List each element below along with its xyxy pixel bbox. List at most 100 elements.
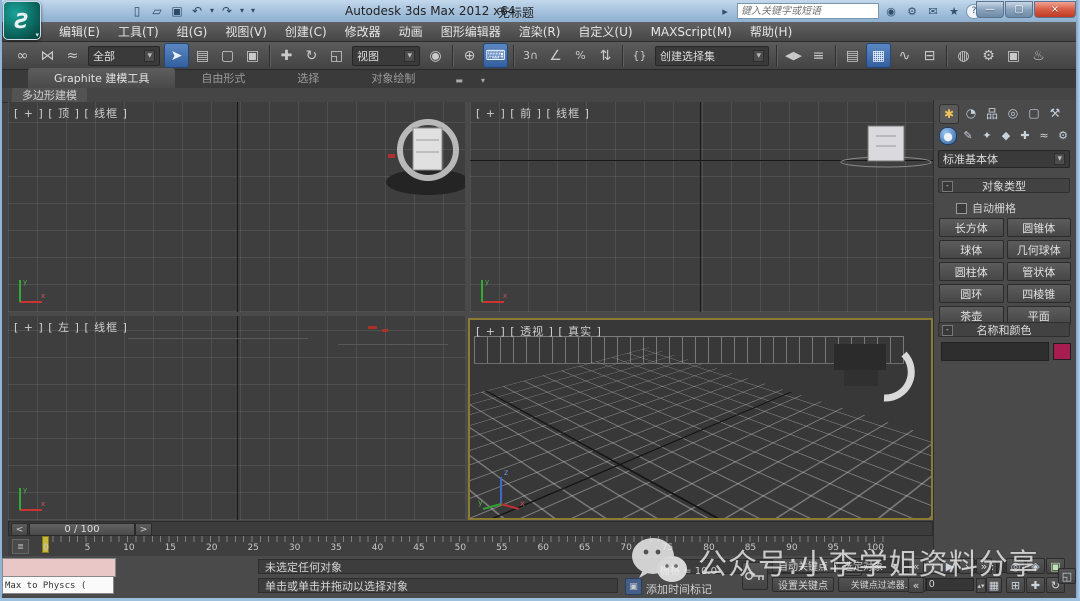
object-type-button[interactable]: 四棱锥 [1006, 284, 1071, 303]
next-key-icon[interactable]: › [959, 558, 975, 574]
application-menu-button[interactable]: Ƨ ▾ [3, 1, 41, 40]
current-frame-field[interactable] [926, 578, 974, 591]
viewport-label-left[interactable]: [ + ] [ 左 ] [ 线框 ] [14, 319, 128, 335]
zoom-extents-all-icon[interactable]: ⊞ [1006, 577, 1025, 593]
maxscript-mini-listener[interactable]: Max to Physcs ( [2, 576, 114, 594]
percent-snap-icon[interactable]: % [569, 44, 592, 67]
select-and-move-icon[interactable]: ✚ [275, 44, 298, 67]
unlink-selection-icon[interactable]: ⋈ [36, 44, 59, 67]
redo-icon[interactable]: ↷ [218, 2, 236, 19]
geometry-icon[interactable]: ● [939, 127, 957, 145]
reference-coordinate-dropdown[interactable]: 视图 ▾ [352, 45, 420, 66]
tab-polygon-modeling[interactable]: 多边形建模 [12, 88, 87, 102]
mirror-icon[interactable]: ◀▶ [782, 44, 805, 67]
autogrid-checkbox[interactable] [956, 202, 967, 214]
tab-freeform[interactable]: 自由形式 [175, 68, 271, 88]
graphite-ribbon-toggle-icon[interactable]: ▦ [866, 43, 891, 68]
qat-customize-icon[interactable]: ▾ [248, 2, 258, 19]
play-icon[interactable]: ▶ [942, 558, 958, 574]
menu-item[interactable]: 动画 [390, 22, 432, 42]
selection-set-dropdown[interactable]: 选定对象 ▾ [838, 558, 902, 573]
edit-named-sets-icon[interactable]: {} [628, 44, 651, 67]
auto-key-button[interactable]: 自动关键点 [772, 558, 834, 573]
viewport-top[interactable]: [ + ] [ 顶 ] [ 线框 ] xy [8, 102, 465, 312]
utilities-tab-icon[interactable]: ⚒ [1046, 104, 1064, 122]
ribbon-options-icon[interactable]: ▾ [481, 76, 485, 85]
rollout-name-color[interactable]: - 名称和颜色 [938, 322, 1070, 337]
object-type-button[interactable]: 圆环 [939, 284, 1004, 303]
select-object-icon[interactable]: ➤ [164, 43, 189, 68]
subscription-icon[interactable]: ⚙ [903, 4, 921, 19]
layer-manager-icon[interactable]: ▤ [841, 44, 864, 67]
rollout-collapse-icon[interactable]: - [942, 181, 953, 192]
tab-object-paint[interactable]: 对象绘制 [345, 68, 441, 88]
time-slider[interactable]: < 0 / 100 > [8, 521, 933, 536]
new-file-icon[interactable]: ▯ [128, 2, 146, 19]
object-type-button[interactable]: 几何球体 [1006, 240, 1071, 259]
search-input[interactable] [737, 3, 879, 19]
object-type-button[interactable]: 圆锥体 [1006, 218, 1071, 237]
close-button[interactable]: × [1034, 1, 1076, 18]
search-icon[interactable]: ◉ [882, 4, 900, 19]
restore-button[interactable]: ▢ [1005, 1, 1033, 18]
selection-filter-dropdown[interactable]: 全部 ▾ [88, 45, 160, 66]
box-object-front[interactable] [838, 122, 933, 172]
systems-icon[interactable]: ⚙ [1055, 127, 1071, 143]
menu-item[interactable]: 工具(T) [109, 22, 168, 42]
search-go-icon[interactable]: ▸ [716, 4, 734, 19]
keyboard-override-icon[interactable]: ⌨ [483, 43, 508, 68]
motion-tab-icon[interactable]: ◎ [1004, 104, 1022, 122]
menu-item[interactable]: MAXScript(M) [642, 22, 741, 42]
minimize-button[interactable]: — [976, 1, 1004, 18]
redo-dropdown-icon[interactable]: ▾ [238, 2, 246, 19]
menu-item[interactable]: 修改器 [336, 22, 390, 42]
frame-spinner-icon[interactable]: ▴▾ [976, 578, 986, 593]
headphone-object-perspective[interactable] [816, 336, 921, 421]
select-and-manipulate-icon[interactable]: ⊕ [458, 44, 481, 67]
geometry-category-dropdown[interactable]: 标准基本体 ▾ [938, 150, 1070, 168]
display-tab-icon[interactable]: ▢ [1025, 104, 1043, 122]
object-name-input[interactable] [941, 342, 1049, 361]
add-time-tag-icon[interactable]: ▣ [625, 578, 642, 595]
menu-item[interactable]: 创建(C) [276, 22, 336, 42]
create-tab-icon[interactable]: ✱ [939, 104, 959, 124]
object-color-swatch[interactable] [1053, 343, 1071, 360]
go-to-start-frame-icon[interactable]: « [908, 577, 924, 593]
lights-icon[interactable]: ✦ [979, 127, 995, 143]
object-type-button[interactable]: 管状体 [1006, 262, 1071, 281]
previous-frame-button[interactable]: < [11, 523, 28, 536]
pan-view-icon[interactable]: ✚ [1026, 577, 1045, 593]
select-and-rotate-icon[interactable]: ↻ [300, 44, 323, 67]
shapes-icon[interactable]: ✎ [960, 127, 976, 143]
ribbon-minimize-icon[interactable]: ▬ [455, 76, 463, 85]
select-and-link-icon[interactable]: ∞ [11, 44, 34, 67]
angle-snap-icon[interactable]: ∠ [544, 44, 567, 67]
select-by-name-icon[interactable]: ▤ [191, 44, 214, 67]
rollout-object-type[interactable]: - 对象类型 [938, 178, 1070, 193]
object-type-button[interactable]: 长方体 [939, 218, 1004, 237]
render-setup-icon[interactable]: ⚙ [977, 44, 1000, 67]
menu-item[interactable]: 自定义(U) [569, 22, 641, 42]
add-time-tag-label[interactable]: 添加时间标记 [646, 581, 712, 597]
named-selection-sets-dropdown[interactable]: 创建选择集 ▾ [655, 45, 769, 66]
undo-dropdown-icon[interactable]: ▾ [208, 2, 216, 19]
menu-item[interactable]: 帮助(H) [741, 22, 801, 42]
go-to-end-icon[interactable]: » [976, 558, 992, 574]
cameras-icon[interactable]: ◆ [998, 127, 1014, 143]
hierarchy-tab-icon[interactable]: 品 [983, 104, 1001, 122]
zoom-all-icon[interactable]: ◈ [1026, 558, 1045, 574]
maximize-viewport-toggle-icon[interactable]: ◱ [1058, 568, 1076, 584]
spinner-snap-icon[interactable]: ⇅ [594, 44, 617, 67]
time-slider-handle[interactable]: 0 / 100 [29, 523, 135, 536]
menu-item[interactable]: 渲染(R) [510, 22, 570, 42]
go-to-start-icon[interactable]: « [908, 558, 924, 574]
snap-toggle-3d-icon[interactable]: 3 ∩ [519, 44, 542, 67]
maxscript-mini-recorder[interactable] [2, 558, 116, 577]
viewport-label-front[interactable]: [ + ] [ 前 ] [ 线框 ] [476, 105, 590, 121]
viewport-label-top[interactable]: [ + ] [ 顶 ] [ 线框 ] [14, 105, 128, 121]
mini-curve-editor-icon[interactable]: ≣ [12, 539, 29, 554]
rollout-collapse-icon[interactable]: - [942, 325, 953, 336]
toggle-set-key-button[interactable] [742, 562, 768, 590]
menu-item[interactable]: 组(G) [168, 22, 217, 42]
spacewarps-icon[interactable]: ≈ [1036, 127, 1052, 143]
